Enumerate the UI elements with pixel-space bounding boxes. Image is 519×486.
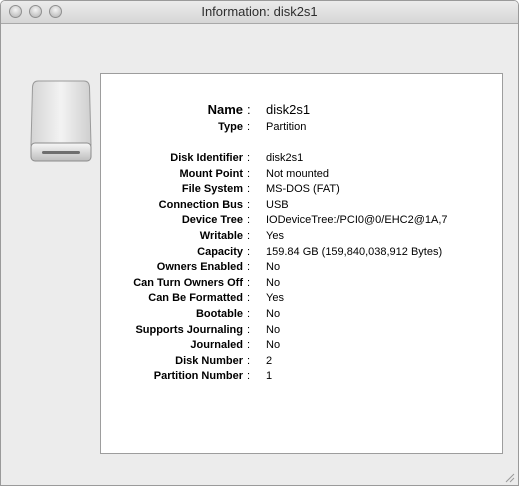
label-separator: : [247,292,251,304]
property-label: Disk Number [175,355,243,367]
property-value: MS-DOS (FAT) [266,183,340,195]
property-row: Bootable: No [101,306,502,322]
property-row: File System: MS-DOS (FAT) [101,181,502,197]
property-value: No [266,277,281,289]
property-label: Device Tree [181,214,243,226]
info-panel: Name: disk2s1 Type: Partition Disk Identifie… [100,73,503,454]
property-row: Can Be Formatted: Yes [101,290,502,306]
label-separator: : [247,121,251,133]
label-separator: : [247,339,251,351]
property-label: Writable [199,230,243,242]
property-label: Can Be Formatted [148,292,243,304]
property-row: Capacity: 159.84 GB (159,840,038,912 Byte… [101,244,502,260]
label-separator: : [247,102,251,117]
property-row: Writable: Yes [101,228,502,244]
label-separator: : [247,230,251,242]
property-label: Supports Journaling [135,324,243,336]
property-value: No [266,261,281,273]
property-label: Bootable [195,308,243,320]
property-label: Can Turn Owners Off [133,277,243,289]
title-bar[interactable]: Information: disk2s1 [1,1,518,24]
property-value: USB [266,199,289,211]
property-value: No [266,308,281,320]
property-label: Capacity [197,246,243,258]
label-separator: : [247,246,251,258]
property-value: disk2s1 [266,152,304,164]
property-label: Owners Enabled [156,261,243,273]
label-separator: : [247,324,251,336]
property-value: No [266,324,281,336]
property-value: 159.84 GB (159,840,038,912 Bytes) [266,246,443,258]
property-label: Name [207,102,243,117]
property-label: Disk Identifier [170,152,243,164]
property-row: Disk Identifier: disk2s1 [101,150,502,166]
label-separator: : [247,168,251,180]
external-drive-icon [30,80,92,162]
type-row: Type: Partition [101,119,502,135]
label-separator: : [247,355,251,367]
property-row: Disk Number: 2 [101,353,502,369]
property-row: Mount Point: Not mounted [101,166,502,182]
name-row: Name: disk2s1 [101,101,502,119]
property-row: Connection Bus: USB [101,197,502,213]
property-value: disk2s1 [266,102,311,117]
window-content: Name: disk2s1 Type: Partition Disk Identifie… [1,24,518,485]
property-value: Yes [266,230,284,242]
property-value: Yes [266,292,284,304]
property-row: Can Turn Owners Off: No [101,275,502,291]
information-window: Information: disk2s1 Name: disk2s1 Type: Pa… [0,0,519,486]
label-separator: : [247,308,251,320]
label-separator: : [247,183,251,195]
property-label: File System [181,183,243,195]
label-separator: : [247,277,251,289]
label-separator: : [247,199,251,211]
label-separator: : [247,152,251,164]
property-value: 2 [266,355,273,367]
property-row: Supports Journaling: No [101,322,502,338]
property-row: Owners Enabled: No [101,259,502,275]
property-row: Device Tree: IODeviceTree:/PCI0@0/EHC2@1A… [101,212,502,228]
window-title: Information: disk2s1 [201,4,318,19]
property-value: Partition [266,121,307,133]
property-value: No [266,339,281,351]
property-label: Connection Bus [158,199,243,211]
label-separator: : [247,214,251,226]
property-row: Journaled: No [101,337,502,353]
property-value: Not mounted [266,168,329,180]
property-row: Partition Number: 1 [101,368,502,384]
property-label: Type [218,121,243,133]
label-separator: : [247,370,251,382]
property-value: IODeviceTree:/PCI0@0/EHC2@1A,7 [266,214,448,226]
label-separator: : [247,261,251,273]
property-value: 1 [266,370,273,382]
property-label: Mount Point [179,168,243,180]
property-label: Journaled [190,339,243,351]
property-label: Partition Number [153,370,243,382]
resize-grip-icon[interactable] [504,472,515,483]
